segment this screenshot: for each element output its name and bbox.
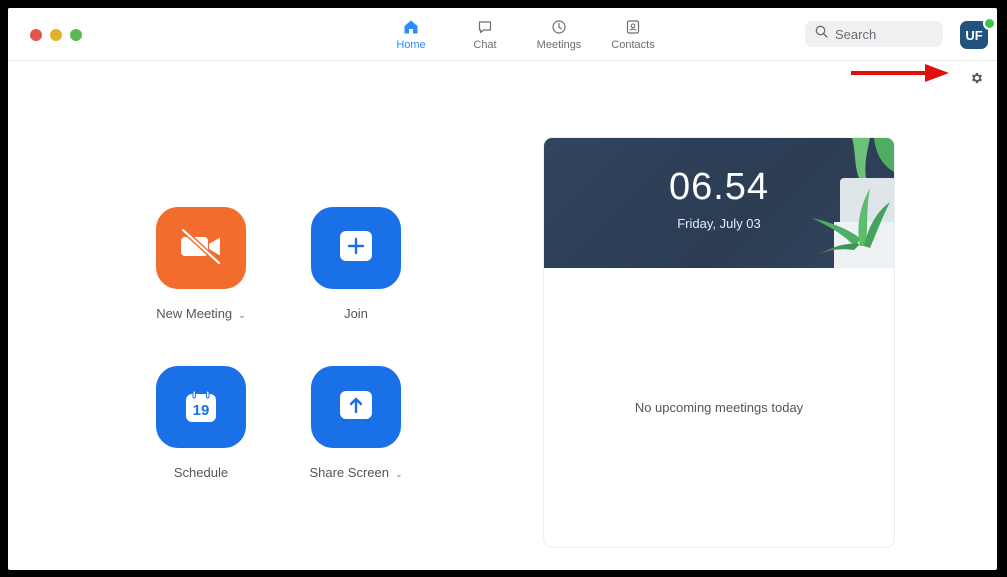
red-arrow-icon: [851, 63, 951, 88]
no-meetings-message: No upcoming meetings today: [634, 400, 804, 415]
contacts-icon: [625, 18, 641, 36]
search-box[interactable]: Search: [805, 21, 943, 47]
share-screen-action: Share Screen ⌄: [271, 366, 441, 480]
tab-contacts[interactable]: Contacts: [596, 18, 670, 51]
minimize-window-button[interactable]: [50, 29, 62, 41]
tab-home[interactable]: Home: [374, 18, 448, 51]
share-screen-label: Share Screen: [309, 465, 389, 480]
new-meeting-button[interactable]: [156, 207, 246, 289]
plus-icon: [339, 230, 373, 267]
calendar-day-number: 19: [192, 402, 210, 419]
current-time: 06.54: [668, 166, 770, 208]
upcoming-meetings-card: 06.54 Friday, July 03 No upcoming meetin…: [543, 137, 895, 548]
window-controls: [30, 29, 82, 41]
schedule-button[interactable]: 19: [156, 366, 246, 448]
share-screen-button[interactable]: [311, 366, 401, 448]
online-status-dot: [983, 17, 996, 30]
join-action: Join: [271, 207, 441, 321]
gear-icon[interactable]: [970, 71, 984, 90]
chevron-down-icon[interactable]: ⌄: [395, 469, 403, 479]
schedule-label: Schedule: [173, 465, 229, 480]
search-placeholder: Search: [835, 26, 877, 42]
share-screen-label-row[interactable]: Share Screen ⌄: [309, 465, 402, 480]
schedule-action: 19 Schedule: [116, 366, 286, 480]
tab-home-label: Home: [396, 39, 426, 51]
tab-meetings[interactable]: Meetings: [522, 18, 596, 51]
search-icon: [815, 25, 828, 43]
clock-icon: [551, 18, 567, 36]
join-button[interactable]: [311, 207, 401, 289]
tab-chat-label: Chat: [473, 39, 497, 51]
new-meeting-label: New Meeting: [156, 306, 233, 321]
video-off-icon: [178, 226, 224, 271]
tab-chat[interactable]: Chat: [448, 18, 522, 51]
new-meeting-label-row[interactable]: New Meeting ⌄: [156, 306, 245, 321]
share-up-arrow-icon: [339, 390, 373, 425]
current-date: Friday, July 03: [677, 216, 761, 231]
calendar-icon: 19: [184, 390, 218, 424]
tab-meetings-label: Meetings: [536, 39, 582, 51]
close-window-button[interactable]: [30, 29, 42, 41]
title-bar: Home Chat Meetings Contacts Search UF: [8, 8, 997, 61]
tab-contacts-label: Contacts: [611, 39, 655, 51]
chevron-down-icon[interactable]: ⌄: [238, 310, 246, 320]
new-meeting-action: New Meeting ⌄: [116, 207, 286, 321]
maximize-window-button[interactable]: [70, 29, 82, 41]
chat-icon: [477, 18, 493, 36]
clock-header: 06.54 Friday, July 03: [544, 138, 894, 270]
join-label: Join: [344, 306, 368, 321]
zoom-window: Home Chat Meetings Contacts Search UF Ne…: [8, 8, 997, 570]
home-icon: [403, 18, 419, 36]
main-nav: Home Chat Meetings Contacts: [374, 18, 670, 51]
